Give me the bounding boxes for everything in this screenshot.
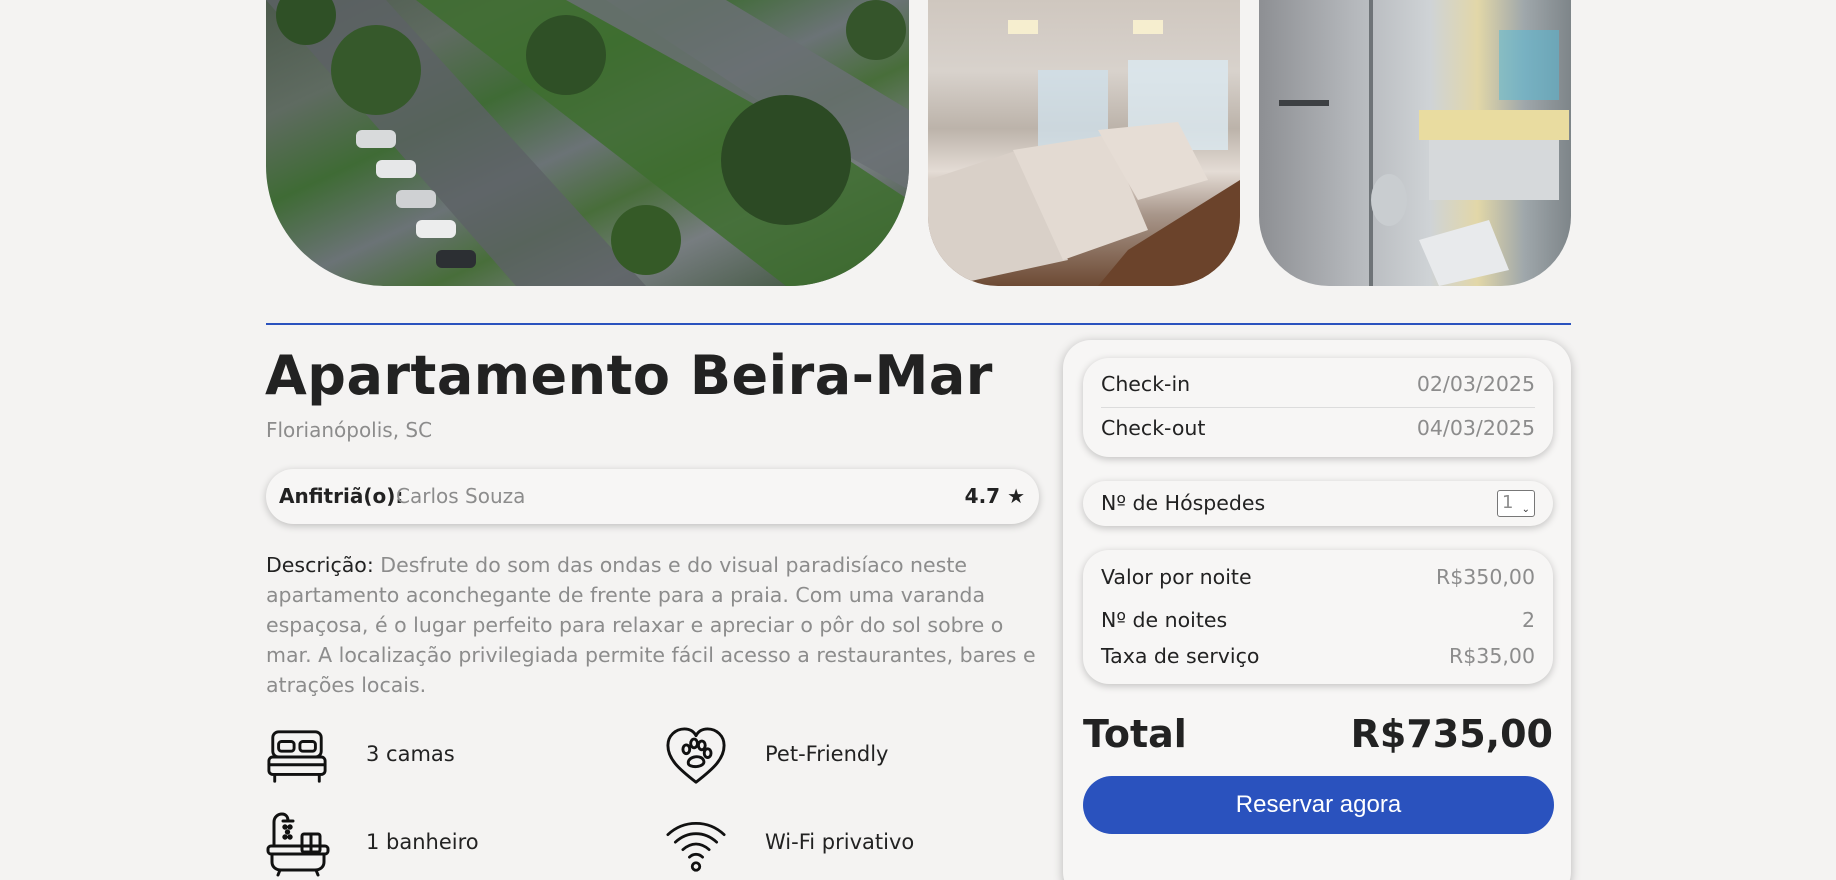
total-value: R$735,00 xyxy=(1350,712,1553,756)
bathtub-icon xyxy=(266,812,330,877)
checkout-value[interactable]: 04/03/2025 xyxy=(1417,416,1535,440)
wifi-icon xyxy=(666,822,726,872)
nights-label: Nº de noites xyxy=(1101,608,1228,632)
host-label: Anfitriã(o): xyxy=(279,484,404,508)
street-view-photo[interactable] xyxy=(266,0,909,286)
location-text: Florianópolis, SC xyxy=(266,418,433,442)
page-title: Apartamento Beira-Mar xyxy=(265,344,993,407)
pet-friendly-icon xyxy=(666,727,726,784)
guests-pill: Nº de Hóspedes 1 ⌄ xyxy=(1083,481,1553,526)
nights-value: 2 xyxy=(1521,608,1535,632)
amenity-label: Wi-Fi privativo xyxy=(765,830,915,854)
amenity-label: 3 camas xyxy=(366,742,455,766)
description-label: Descrição: xyxy=(266,553,374,577)
fee-value: R$35,00 xyxy=(1449,644,1535,668)
bathroom-photo[interactable] xyxy=(1259,0,1571,286)
chevron-down-icon: ⌄ xyxy=(1521,504,1530,515)
guests-select[interactable]: 1 ⌄ xyxy=(1497,490,1535,517)
guests-label: Nº de Hóspedes xyxy=(1101,491,1266,515)
bedroom-photo[interactable] xyxy=(928,0,1240,286)
description-text: Desfrute do som das ondas e do visual pa… xyxy=(266,553,1036,697)
bed-icon xyxy=(267,730,327,783)
fee-label: Taxa de serviço xyxy=(1101,644,1260,668)
checkin-label: Check-in xyxy=(1101,372,1191,396)
total-label: Total xyxy=(1083,712,1187,756)
host-card: Anfitriã(o): Carlos Souza 4.7 ★ xyxy=(266,469,1039,524)
checkout-label: Check-out xyxy=(1101,416,1206,440)
guests-select-value: 1 xyxy=(1502,492,1514,513)
checkin-value[interactable]: 02/03/2025 xyxy=(1417,372,1535,396)
amenity-label: Pet-Friendly xyxy=(765,742,889,766)
reserve-button[interactable]: Reservar agora xyxy=(1083,776,1554,834)
rating-badge: 4.7 ★ xyxy=(964,484,1025,508)
amenity-label: 1 banheiro xyxy=(366,830,479,854)
dates-pill: Check-in 02/03/2025 Check-out 04/03/2025 xyxy=(1083,358,1553,457)
listing-page: Apartamento Beira-Mar Florianópolis, SC … xyxy=(0,0,1836,880)
nightly-label: Valor por noite xyxy=(1101,565,1252,589)
description: Descrição: Desfrute do som das ondas e d… xyxy=(266,550,1041,700)
section-divider xyxy=(266,323,1571,325)
price-breakdown-pill: Valor por noite R$350,00 Nº de noites 2 … xyxy=(1083,550,1553,684)
booking-card: Check-in 02/03/2025 Check-out 04/03/2025… xyxy=(1063,340,1571,880)
host-name[interactable]: Carlos Souza xyxy=(396,484,525,508)
dates-divider xyxy=(1101,407,1535,408)
nightly-value: R$350,00 xyxy=(1435,565,1535,589)
